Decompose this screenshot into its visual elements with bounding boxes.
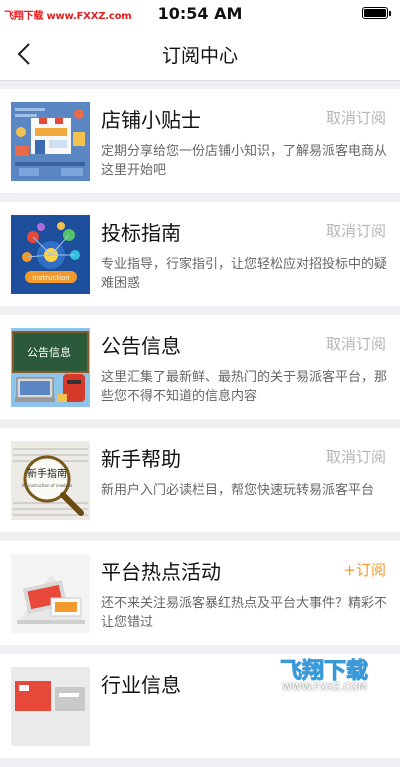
item-title: 行业信息 (101, 673, 181, 697)
watermark-url: WWW.FXXZ.COM (282, 682, 367, 693)
item-description: 专业指导，行家指引，让您轻松应对招投标中的疑难困惑 (101, 257, 388, 291)
item-description: 还不来关注易派客暴红热点及平台大事件？精彩不让您错过 (101, 596, 388, 630)
newbie-help-thumbnail: 新手指南 An instruction of newbies (11, 441, 90, 520)
unsubscribe-button[interactable]: 取消订阅 (326, 333, 386, 354)
list-item-shop-tips[interactable]: 店铺小贴士 取消订阅 定期分享给您一份店铺小知识，了解易派客电商从这里开始吧 (0, 89, 400, 193)
battery-icon (362, 7, 391, 19)
newbie-guide-subtext: An instruction of newbies (22, 483, 73, 488)
list-item-hot-events[interactable]: 平台热点活动 +订阅 还不来关注易派客暴红热点及平台大事件？精彩不让您错过 (0, 541, 400, 645)
unsubscribe-button[interactable]: 取消订阅 (326, 107, 386, 128)
list-item-newbie-help[interactable]: 新手指南 An instruction of newbies 新手帮助 取消订阅… (0, 428, 400, 532)
list-item-bidding-guide[interactable]: Instruction 投标指南 取消订阅 专业指导，行家指引，让您轻松应对招投… (0, 202, 400, 306)
blackboard-text: 公告信息 (27, 345, 71, 359)
shop-tips-thumbnail (11, 102, 90, 181)
navigation-bar: 订阅中心 (0, 28, 400, 81)
item-title: 投标指南 (101, 221, 181, 245)
watermark-brand: 飞翔下载 (280, 658, 368, 684)
announcements-thumbnail: 公告信息 (11, 328, 90, 407)
page-title: 订阅中心 (161, 45, 238, 67)
bidding-guide-thumbnail: Instruction (11, 215, 90, 294)
list-item-announcements[interactable]: 公告信息 公告信息 取消订阅 这里汇集了最新鲜、最热门的关于易派客平台，那些您不… (0, 315, 400, 419)
unsubscribe-button[interactable]: 取消订阅 (326, 446, 386, 467)
newbie-guide-label: 新手指南 (27, 467, 67, 480)
item-description: 定期分享给您一份店铺小知识，了解易派客电商从这里开始吧 (101, 144, 388, 178)
item-title: 公告信息 (101, 334, 181, 358)
subscribe-button[interactable]: +订阅 (343, 559, 386, 580)
hot-events-thumbnail (11, 554, 90, 633)
item-title: 平台热点活动 (101, 560, 221, 584)
status-time: 10:54 AM (157, 4, 243, 23)
item-title: 店铺小贴士 (101, 108, 201, 132)
item-title: 新手帮助 (101, 447, 181, 471)
industry-info-thumbnail (11, 667, 90, 746)
status-bar: 飞翔下载 www.FXXZ.com 10:54 AM (0, 0, 400, 28)
item-description: 新用户入门必读栏目，帮您快速玩转易派客平台 (101, 483, 375, 498)
unsubscribe-button[interactable]: 取消订阅 (326, 220, 386, 241)
instruction-label: Instruction (32, 274, 69, 282)
item-description: 这里汇集了最新鲜、最热门的关于易派客平台，那些您不得不知道的信息内容 (101, 370, 388, 404)
watermark-logo: 飞翔下载 WWW.FXXZ.COM (230, 652, 390, 702)
